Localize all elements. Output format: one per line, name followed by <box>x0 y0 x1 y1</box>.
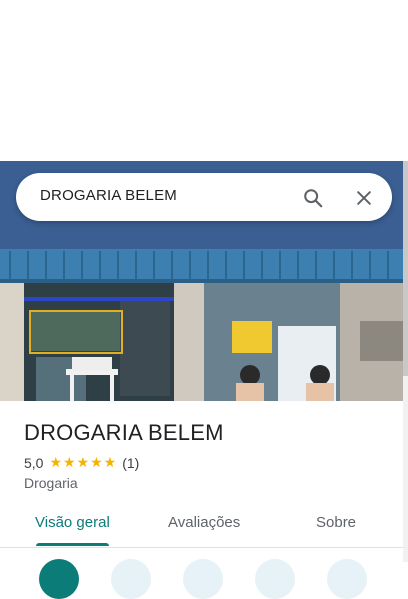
place-title: DROGARIA BELEM <box>24 420 224 445</box>
place-details-panel: DROGARIA BELEM 5,0 ★★★★★ (1) Drogaria Vi… <box>0 401 403 599</box>
save-button[interactable] <box>111 559 151 599</box>
search-icon <box>304 189 323 208</box>
place-category[interactable]: Drogaria <box>24 475 78 491</box>
send-to-phone-button[interactable] <box>255 559 295 599</box>
place-tabs: Visão geral Avaliações Sobre <box>0 505 403 548</box>
clear-search-button[interactable] <box>350 184 378 212</box>
search-input[interactable]: DROGARIA BELEM <box>40 187 177 204</box>
active-tab-indicator <box>36 543 109 546</box>
directions-button[interactable] <box>39 559 79 599</box>
scrollbar[interactable] <box>403 161 408 562</box>
close-icon <box>357 191 371 205</box>
review-count[interactable]: (1) <box>122 455 139 471</box>
rating-stars: ★★★★★ <box>49 454 118 470</box>
tab-reviews[interactable]: Avaliações <box>168 514 240 531</box>
search-button[interactable] <box>299 184 327 212</box>
share-button[interactable] <box>327 559 367 599</box>
rating-row[interactable]: 5,0 ★★★★★ (1) <box>24 454 139 471</box>
rating-value: 5,0 <box>24 454 44 471</box>
nearby-button[interactable] <box>183 559 223 599</box>
tab-about[interactable]: Sobre <box>316 514 356 531</box>
scrollbar-thumb[interactable] <box>403 161 408 376</box>
action-buttons-row <box>0 559 403 599</box>
tab-overview[interactable]: Visão geral <box>35 514 110 531</box>
search-box[interactable]: DROGARIA BELEM <box>16 173 392 221</box>
